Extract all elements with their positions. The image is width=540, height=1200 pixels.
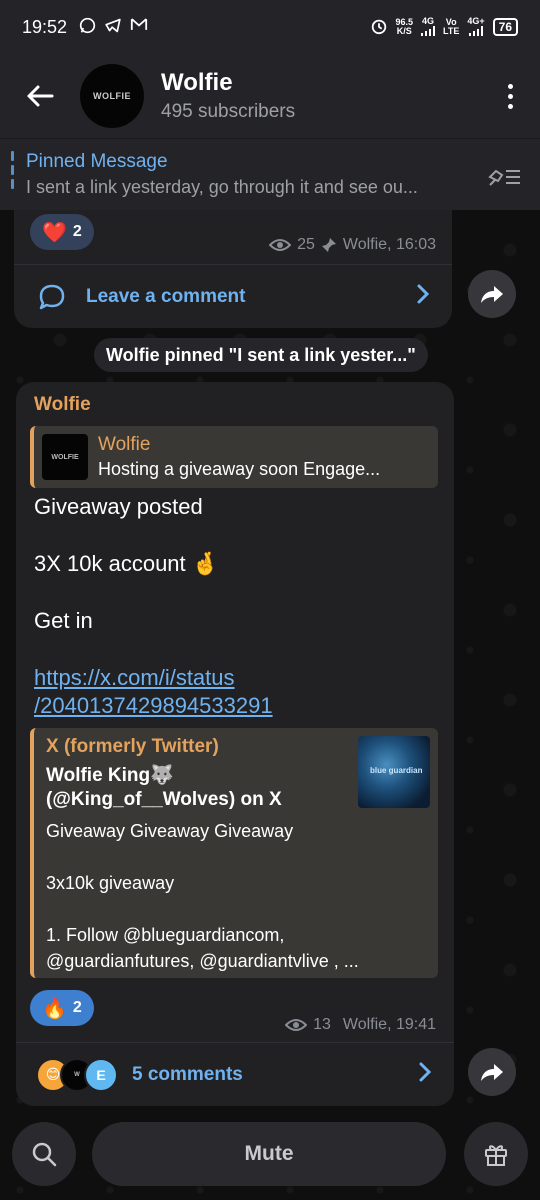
share-arrow-icon bbox=[481, 1064, 503, 1081]
telegram-icon bbox=[104, 17, 122, 38]
heart-icon: ❤️ bbox=[42, 221, 67, 244]
reaction-heart[interactable]: ❤️ 2 bbox=[30, 214, 94, 250]
message-author-time: Wolfie, 19:41 bbox=[342, 1016, 436, 1033]
status-bar: 19:52 96.5 K/S 4G Vo LTE 4G+ 76 bbox=[0, 0, 540, 54]
signal-icon bbox=[421, 25, 436, 38]
arrow-left-icon bbox=[27, 85, 54, 107]
status-time: 19:52 bbox=[22, 16, 68, 37]
service-message: Wolfie pinned "I sent a link yester..." bbox=[94, 338, 428, 372]
reaction-count: 2 bbox=[72, 223, 82, 240]
pinned-indicator bbox=[11, 151, 14, 197]
subscriber-count: 495 subscribers bbox=[161, 101, 296, 122]
pin-list-icon[interactable] bbox=[486, 161, 522, 191]
preview-image-logo: blue guardian bbox=[370, 766, 423, 775]
leave-comment-label: Leave a comment bbox=[86, 285, 246, 307]
reply-text: Hosting a giveaway soon Engage... bbox=[98, 459, 381, 479]
mute-button[interactable]: Mute bbox=[92, 1122, 446, 1186]
notification-icons bbox=[79, 17, 148, 38]
avatar-logo-text: WOLFIE bbox=[93, 91, 131, 101]
reply-thumb-logo: WOLFIE bbox=[51, 453, 79, 461]
chevron-right-icon bbox=[416, 281, 430, 312]
message-author-time: Wolfie, 16:03 bbox=[342, 236, 436, 253]
network-4g: 4G bbox=[421, 16, 436, 38]
message-bubble[interactable]: ❤️ 2 25 Wolfie, 16:03 Leave a comment bbox=[14, 210, 452, 328]
share-arrow-icon bbox=[481, 286, 503, 303]
reaction-fire[interactable]: 🔥 2 bbox=[30, 990, 94, 1026]
pinned-text: I sent a link yesterday, go through it a… bbox=[26, 177, 418, 197]
signal-icon bbox=[467, 25, 484, 38]
channel-title: Wolfie bbox=[161, 69, 233, 96]
chevron-right-icon bbox=[418, 1059, 432, 1090]
preview-site-name: X (formerly Twitter) bbox=[46, 736, 219, 757]
message-line: Get in bbox=[34, 608, 93, 633]
reply-thumbnail: WOLFIE bbox=[42, 434, 88, 480]
status-link[interactable]: https://x.com/i/status /2040137429894533… bbox=[34, 664, 273, 720]
more-vertical-icon bbox=[507, 83, 513, 109]
comments-count-label: 5 comments bbox=[132, 1063, 243, 1085]
comments-button[interactable]: 😊 W E 5 comments bbox=[16, 1042, 454, 1106]
search-icon bbox=[32, 1142, 57, 1167]
status-right: 96.5 K/S 4G Vo LTE 4G+ 76 bbox=[370, 16, 518, 38]
message-line: Giveaway posted bbox=[34, 494, 203, 519]
eye-icon bbox=[285, 1019, 308, 1031]
alarm-icon bbox=[370, 17, 388, 38]
bottom-bar: Mute bbox=[0, 1110, 540, 1200]
commenter-avatar-letter: E bbox=[84, 1057, 118, 1092]
network-speed: 96.5 K/S bbox=[395, 17, 414, 36]
battery-indicator: 76 bbox=[492, 18, 518, 36]
reply-quote[interactable]: WOLFIE Wolfie Hosting a giveaway soon En… bbox=[30, 426, 438, 488]
pinned-message-bar[interactable]: Pinned Message I sent a link yesterday, … bbox=[0, 138, 540, 210]
gmail-icon bbox=[130, 17, 148, 38]
message-meta: 13 Wolfie, 19:41 bbox=[285, 1016, 436, 1034]
back-button[interactable] bbox=[0, 54, 80, 138]
pin-icon bbox=[321, 238, 336, 252]
whatsapp-icon bbox=[79, 17, 96, 38]
search-button[interactable] bbox=[12, 1122, 76, 1186]
share-button[interactable] bbox=[468, 270, 516, 318]
more-options-button[interactable] bbox=[480, 54, 540, 138]
message-meta: 25 Wolfie, 16:03 bbox=[269, 236, 436, 254]
reply-sender: Wolfie bbox=[98, 434, 151, 455]
pinned-title: Pinned Message bbox=[26, 151, 168, 172]
gift-icon bbox=[485, 1145, 507, 1166]
leave-comment-button[interactable]: Leave a comment bbox=[14, 264, 452, 328]
channel-avatar[interactable]: WOLFIE bbox=[80, 64, 144, 128]
eye-icon bbox=[269, 239, 292, 251]
share-button[interactable] bbox=[468, 1048, 516, 1096]
message-line: 3X 10k account 🤞 bbox=[34, 551, 220, 576]
volte-indicator: Vo LTE bbox=[443, 17, 460, 36]
channel-title-block[interactable]: Wolfie 495 subscribers bbox=[161, 69, 295, 123]
link-preview[interactable]: X (formerly Twitter) Wolfie King🐺 (@King… bbox=[30, 728, 438, 978]
commenter-avatars: 😊 W E bbox=[36, 1057, 118, 1092]
view-count: 25 bbox=[297, 236, 315, 253]
preview-title: Wolfie King🐺 (@King_of__Wolves) on X bbox=[46, 765, 282, 810]
view-count: 13 bbox=[313, 1016, 331, 1033]
message-bubble[interactable]: Wolfie WOLFIE Wolfie Hosting a giveaway … bbox=[16, 382, 454, 1106]
fire-icon: 🔥 bbox=[42, 997, 67, 1020]
comment-icon bbox=[39, 284, 65, 309]
network-4g-plus: 4G+ bbox=[467, 16, 485, 38]
gift-button[interactable] bbox=[464, 1122, 528, 1186]
preview-description: Giveaway Giveaway Giveaway 3x10k giveawa… bbox=[46, 821, 359, 971]
reaction-count: 2 bbox=[72, 999, 82, 1016]
channel-header: WOLFIE Wolfie 495 subscribers bbox=[0, 54, 540, 138]
message-sender[interactable]: Wolfie bbox=[34, 394, 91, 416]
preview-image: blue guardian bbox=[358, 736, 430, 808]
